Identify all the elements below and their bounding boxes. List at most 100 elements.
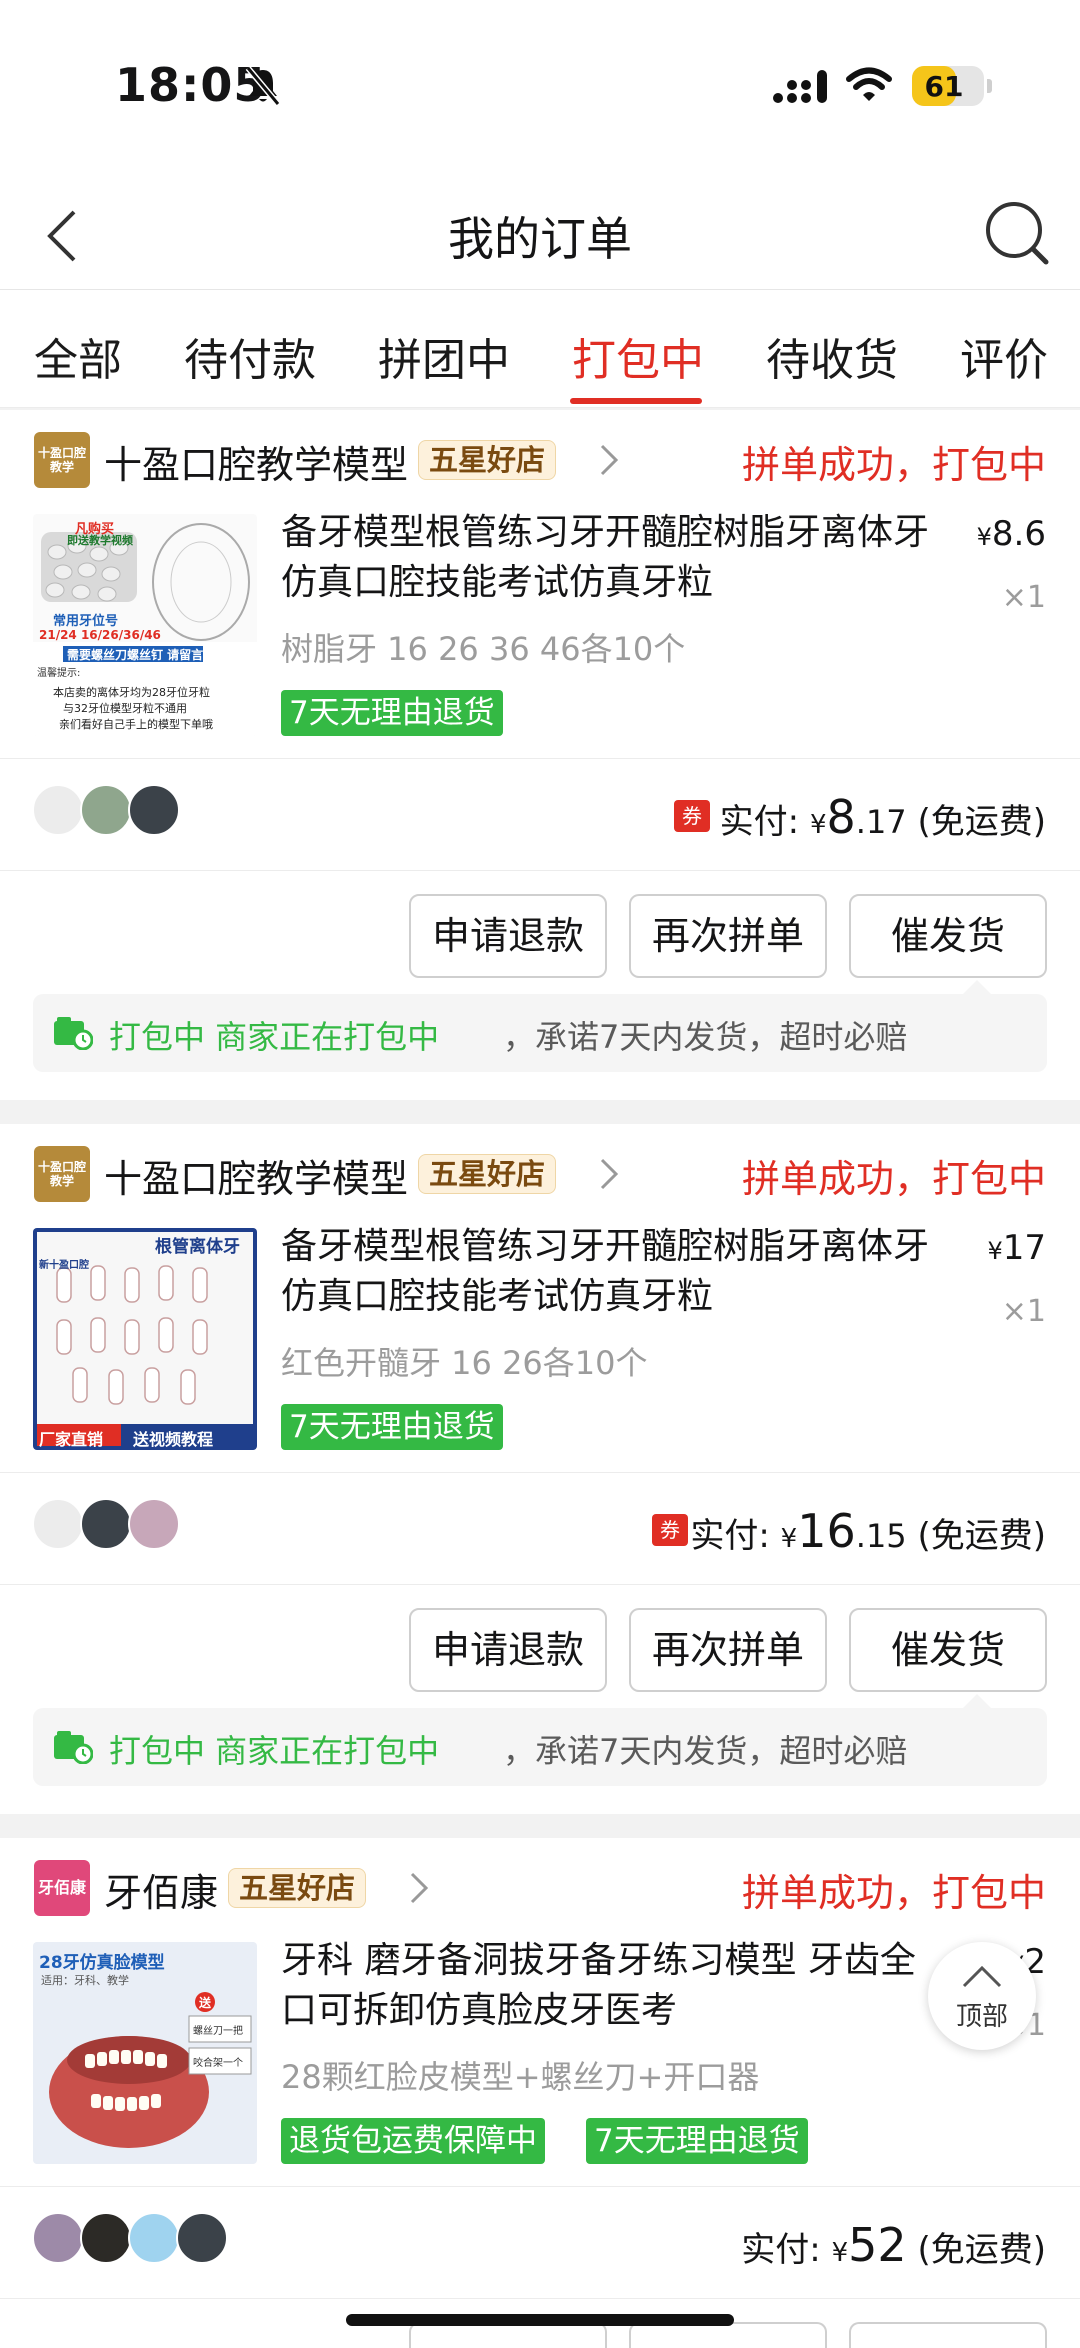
thumb-caption-4: 温馨提示: [37,668,81,679]
thumb-caption: 常用牙位号 [53,614,119,629]
thumb-caption: 适用：牙科、教学 [41,1974,129,1987]
order-status: 拼单成功，打包中 [741,1871,1046,1915]
paid-amount: 实付: ¥16.15 (免运费) [690,1504,1046,1558]
product-spec: 红色开髓牙 16 26各10个 [281,1344,648,1382]
divider [0,1584,1080,1585]
shipping-notice[interactable]: 打包中 商家正在打包中 ，承诺7天内发货，超时必赔 [33,1694,1047,1786]
chevron-up-icon [962,1965,1002,1988]
product-thumbnail[interactable]: 新十盈口腔 根管离体牙 厂家直销 送视频教程 [33,1228,257,1450]
thumb-caption-3: 送视频教程 [133,1430,214,1449]
product-price: ¥8.6 [976,514,1046,554]
shipping-note: (免运费) [917,802,1046,842]
thumb-gift: 送 [199,1996,212,2010]
tab-review[interactable]: 评价 [960,324,1048,388]
rebuy-button[interactable]: 再次拼单 [629,894,827,978]
action-button-partial[interactable] [849,2322,1047,2348]
product-quantity: ×1 [1001,580,1046,615]
tab-pending-receipt[interactable]: 待收货 [766,324,898,388]
return-policy-tag: 7天无理由退货 [586,2118,808,2164]
five-star-shop-badge: 五星好店 [418,1154,557,1194]
battery-tip [987,79,992,93]
avatar [128,2212,180,2264]
battery-level: 61 [924,70,964,103]
divider [0,2186,1080,2187]
tab-active-indicator [570,398,702,404]
search-icon[interactable] [982,198,1052,268]
back-to-top-button[interactable]: 顶部 [928,1942,1036,2050]
product-title[interactable]: 备牙模型根管练习牙开髓腔树脂牙离体牙仿真口腔技能考试仿真牙粒 [281,1222,941,1322]
product-thumbnail[interactable]: 28牙仿真脸模型 适用：牙科、教学 送 螺丝刀一把 咬合架一个 [33,1942,257,2164]
divider [0,1472,1080,1473]
shop-logo[interactable]: 十盈口腔教学 [34,1146,90,1202]
shop-name[interactable]: 十盈口腔教学模型 [104,1148,408,1203]
back-to-top-label: 顶部 [955,2002,1008,2032]
paid-int: 8 [826,790,856,844]
divider [0,870,1080,871]
refund-button[interactable]: 申请退款 [409,894,607,978]
paid-label: 实付: [741,2230,821,2270]
chevron-right-icon[interactable] [408,1870,430,1906]
thumb-caption-3: 咬合架一个 [193,2058,243,2069]
package-clock-icon [54,1731,93,1764]
shop-logo[interactable]: 牙佰康 [34,1860,90,1916]
chevron-right-icon[interactable] [598,1156,620,1192]
product-title[interactable]: 牙科 磨牙备洞拔牙备牙练习模型 牙齿全口可拆卸仿真脸皮牙医考 [281,1936,921,2036]
order-card: 十盈口腔教学 十盈口腔教学模型 五星好店 拼单成功，打包中 新十盈口腔 根管离体… [0,1124,1080,1814]
paid-label: 实付: [690,1516,770,1556]
product-title[interactable]: 备牙模型根管练习牙开髓腔树脂牙离体牙仿真口腔技能考试仿真牙粒 [281,508,941,608]
product-quantity: ×1 [1001,1294,1046,1329]
divider [0,758,1080,759]
notice-text: ，承诺7天内发货，超时必赔 [503,1018,908,1056]
paid-int: 52 [848,2218,907,2272]
tab-packing[interactable]: 打包中 [572,324,704,388]
notice-text: ，承诺7天内发货，超时必赔 [503,1732,908,1770]
cellular-signal-icon [773,70,827,103]
paid-label: 实付: [719,802,800,842]
status-bar: 18:05 61 [0,0,1080,170]
thumb-promo-2: 即送教学视频 [67,534,133,547]
product-price-value: 17 [1002,1228,1046,1268]
return-policy-tag: 7天无理由退货 [281,1404,503,1450]
tab-pending-payment[interactable]: 待付款 [184,324,316,388]
thumb-title: 28牙仿真脸模型 [39,1953,165,1973]
avatar [80,1498,132,1550]
shop-logo[interactable]: 十盈口腔教学 [34,432,90,488]
shipping-note: (免运费) [917,2230,1046,2270]
refund-button[interactable]: 申请退款 [409,1608,607,1692]
order-card: 牙佰康 牙佰康 五星好店 拼单成功，打包中 28牙仿真脸模型 适用：牙科、教学 … [0,1838,1080,2348]
home-indicator[interactable] [346,2314,734,2326]
shipping-note: (免运费) [917,1516,1046,1556]
rebuy-button[interactable]: 再次拼单 [629,1608,827,1692]
tab-group-buying[interactable]: 拼团中 [378,324,510,388]
tab-all[interactable]: 全部 [34,324,122,388]
shop-name[interactable]: 十盈口腔教学模型 [104,434,408,489]
thumb-caption-3: 需要螺丝刀螺丝钉 请留言 [67,648,204,662]
thumb-brand: 新十盈口腔 [39,1260,89,1271]
product-spec: 28颗红脸皮模型+螺丝刀+开口器 [281,2058,760,2096]
urge-shipment-button[interactable]: 催发货 [849,1608,1047,1692]
coupon-icon: 券 [652,1514,688,1546]
paid-amount: 实付: ¥52 (免运费) [741,2218,1046,2272]
bell-muted-icon [245,66,281,106]
chevron-right-icon[interactable] [598,442,620,478]
urge-shipment-button[interactable]: 催发货 [849,894,1047,978]
avatar [128,784,180,836]
product-price: ¥17 [987,1228,1046,1268]
coupon-icon: 券 [674,800,710,832]
product-thumbnail[interactable]: 凡购买 即送教学视频 常用牙位号 21/24 16/26/36/46 需要螺丝刀… [33,514,257,736]
shipping-notice[interactable]: 打包中 商家正在打包中 ，承诺7天内发货，超时必赔 [33,980,1047,1072]
thumb-caption: 根管离体牙 [155,1237,240,1257]
avatar [32,784,84,836]
order-status: 拼单成功，打包中 [741,443,1046,487]
nav-bar: 我的订单 [0,170,1080,290]
shop-name[interactable]: 牙佰康 [104,1862,218,1917]
product-spec: 树脂牙 16 26 36 46各10个 [281,630,686,668]
avatar [32,2212,84,2264]
order-status: 拼单成功，打包中 [741,1157,1046,1201]
order-tabs: 全部 待付款 拼团中 打包中 待收货 评价 [0,290,1080,408]
divider [0,2298,1080,2299]
thumb-caption-7: 亲们看好自己手上的模型下单哦 [59,718,213,731]
avatar [128,1498,180,1550]
return-policy-tag: 7天无理由退货 [281,690,503,736]
wifi-icon [846,67,892,101]
